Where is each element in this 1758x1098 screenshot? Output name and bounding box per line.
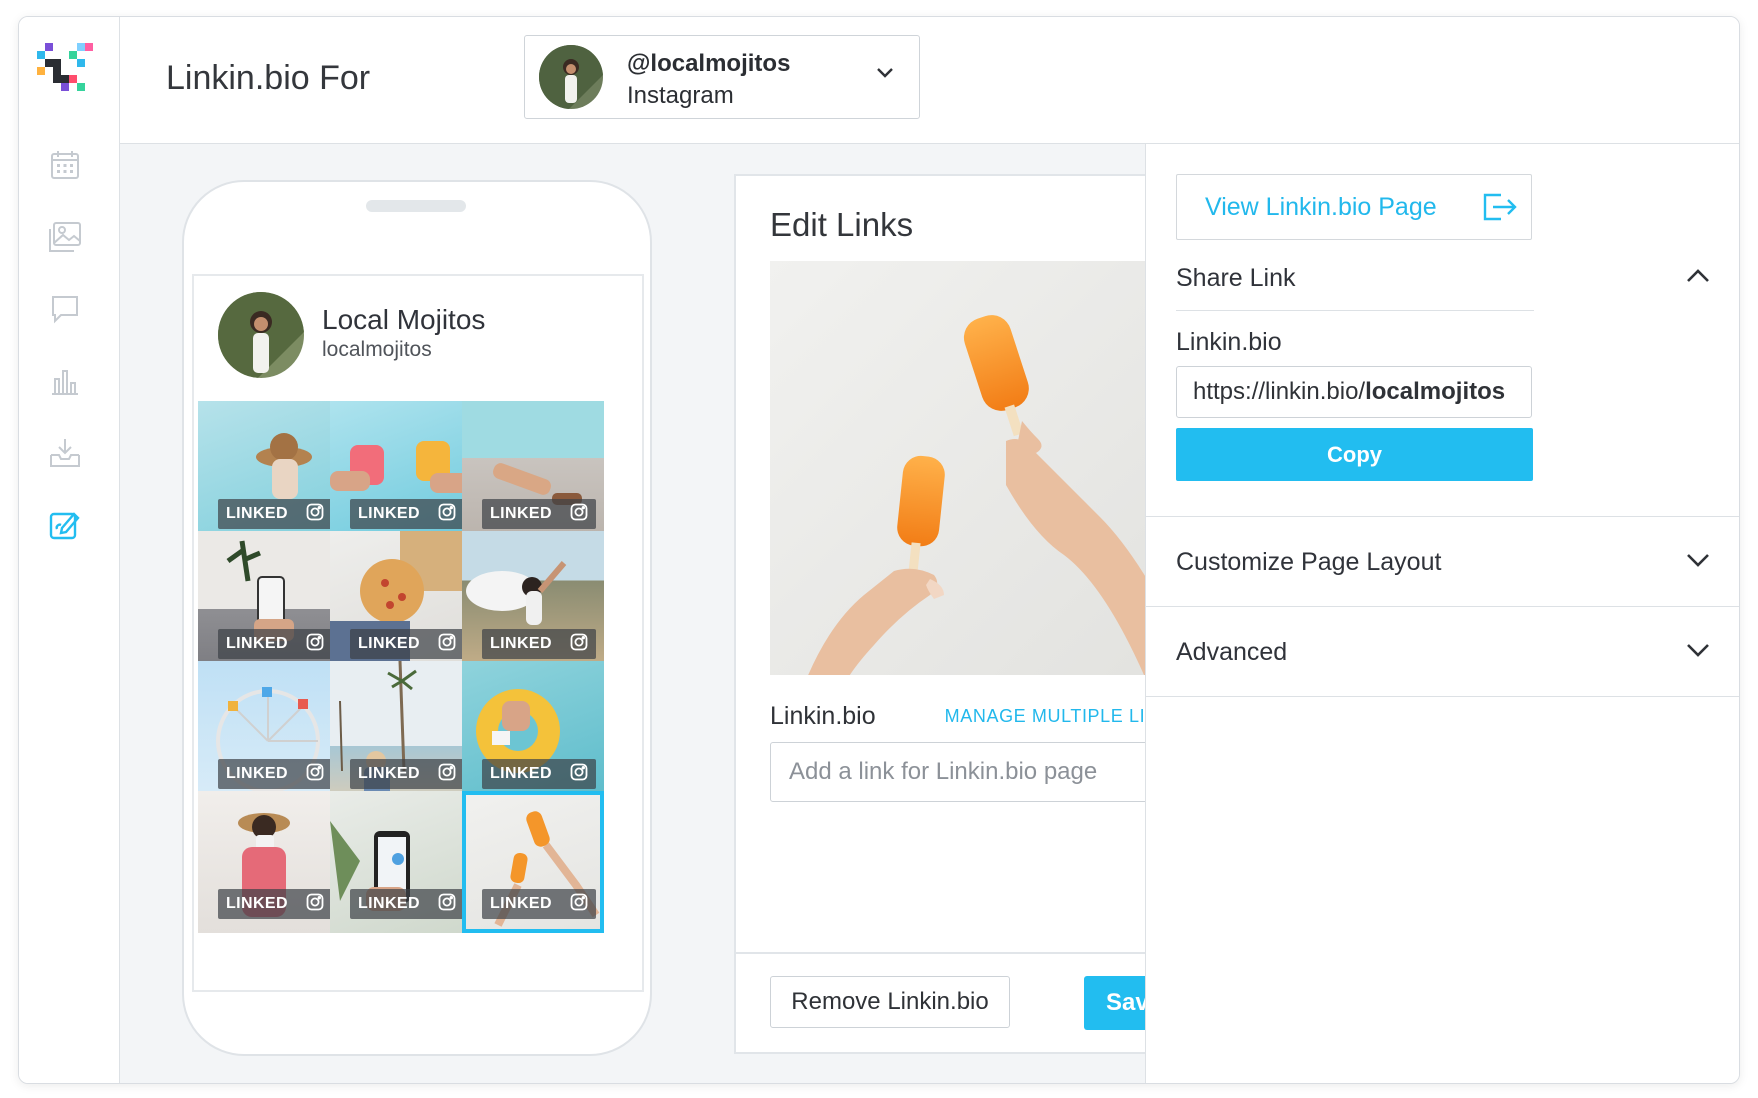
grid-tile[interactable]: LINKED <box>198 791 340 933</box>
linked-badge: LINKED <box>482 499 596 529</box>
linkin-bio-url-label: Linkin.bio <box>1176 328 1282 356</box>
instagram-icon <box>438 893 456 916</box>
remove-linkin-bio-button[interactable]: Remove Linkin.bio <box>770 976 1010 1028</box>
grid-tile[interactable]: LINKED <box>330 401 472 543</box>
url-handle: localmojitos <box>1365 378 1506 405</box>
linked-badge: LINKED <box>482 629 596 659</box>
conversations-icon[interactable] <box>45 289 85 329</box>
grid-tile[interactable]: LINKED <box>462 661 604 803</box>
customize-label: Customize Page Layout <box>1176 548 1442 576</box>
view-linkin-bio-page-button[interactable]: View Linkin.bio Page <box>1176 174 1532 240</box>
divider <box>1176 310 1534 311</box>
chevron-down-icon <box>1687 554 1709 567</box>
chevron-up-icon <box>1687 269 1709 282</box>
instagram-icon <box>438 763 456 786</box>
phone-speaker <box>366 200 466 212</box>
instagram-icon <box>306 893 324 916</box>
instagram-icon <box>438 503 456 526</box>
url-prefix: https://linkin.bio/ <box>1193 378 1366 405</box>
instagram-icon <box>570 893 588 916</box>
instagram-icon <box>306 633 324 656</box>
instagram-icon <box>570 503 588 526</box>
advanced-label: Advanced <box>1176 638 1288 666</box>
linked-badge: LINKED <box>350 629 464 659</box>
grid-tile[interactable]: LINKED <box>198 401 340 543</box>
linkin-bio-icon[interactable] <box>45 505 85 545</box>
top-header: Linkin.bio For @localmojitos Instagram <box>120 17 1739 144</box>
account-handle: @localmojitos <box>627 50 791 77</box>
linked-badge: LINKED <box>482 889 596 919</box>
instagram-icon <box>570 763 588 786</box>
grid-tile[interactable]: LINKED <box>462 531 604 673</box>
grid-tile[interactable]: LINKED <box>330 791 472 933</box>
linked-badge: LINKED <box>482 759 596 789</box>
account-platform: Instagram <box>627 82 734 109</box>
instagram-icon <box>438 633 456 656</box>
app-logo[interactable] <box>35 37 97 95</box>
selected-post-image <box>770 261 1184 675</box>
phone-screen: Local Mojitos localmojitos LINKED LINKED <box>192 274 644 992</box>
calendar-icon[interactable] <box>45 145 85 185</box>
edit-footer: Remove Linkin.bio Save <box>736 952 1216 1052</box>
profile-name: Local Mojitos <box>322 304 486 335</box>
grid-tile[interactable]: LINKED <box>198 661 340 803</box>
instagram-icon <box>306 503 324 526</box>
linked-badge: LINKED <box>350 759 464 789</box>
right-settings-panel: View Linkin.bio Page Share Link Linkin.b… <box>1145 144 1739 1083</box>
profile-handle: localmojitos <box>322 338 432 361</box>
divider <box>1146 606 1739 607</box>
grid-tile[interactable]: LINKED <box>330 531 472 673</box>
linked-badge: LINKED <box>350 889 464 919</box>
grid-tile[interactable]: LINKED <box>330 661 472 803</box>
divider <box>1146 516 1739 517</box>
media-icon[interactable] <box>45 217 85 257</box>
divider <box>1146 696 1739 697</box>
share-link-label: Share Link <box>1176 264 1296 292</box>
chevron-down-icon <box>1687 644 1709 657</box>
view-page-label: View Linkin.bio Page <box>1205 193 1437 221</box>
linked-badge: LINKED <box>218 889 332 919</box>
link-field-label: Linkin.bio <box>770 702 876 730</box>
instagram-icon <box>570 633 588 656</box>
link-url-input[interactable] <box>770 742 1180 802</box>
share-link-toggle[interactable]: Share Link <box>1176 248 1711 308</box>
analytics-icon[interactable] <box>45 361 85 401</box>
copy-button[interactable]: Copy <box>1176 428 1533 481</box>
advanced-toggle[interactable]: Advanced <box>1176 622 1711 682</box>
profile-avatar <box>218 292 304 378</box>
main-content: Local Mojitos localmojitos LINKED LINKED <box>120 144 1253 1083</box>
grid-tile[interactable]: LINKED <box>462 401 604 543</box>
sidebar <box>19 17 120 1083</box>
share-url-field[interactable]: https://linkin.bio/localmojitos <box>1176 366 1532 418</box>
grid-tile[interactable]: LINKED <box>198 531 340 673</box>
phone-preview: Local Mojitos localmojitos LINKED LINKED <box>182 180 652 1056</box>
external-link-icon <box>1483 193 1517 221</box>
linked-badge: LINKED <box>218 629 332 659</box>
edit-links-title: Edit Links <box>770 206 914 243</box>
grid-tile-selected[interactable]: LINKED <box>462 791 604 933</box>
linked-badge: LINKED <box>218 759 332 789</box>
linked-badge: LINKED <box>350 499 464 529</box>
linked-badge: LINKED <box>218 499 332 529</box>
inbox-icon[interactable] <box>45 433 85 473</box>
instagram-icon <box>306 763 324 786</box>
page-title: Linkin.bio For <box>166 59 371 97</box>
app-window: Linkin.bio For @localmojitos Instagram L… <box>18 16 1740 1084</box>
account-selector[interactable]: @localmojitos Instagram <box>524 35 920 119</box>
account-avatar <box>539 45 603 109</box>
customize-page-layout-toggle[interactable]: Customize Page Layout <box>1176 532 1711 592</box>
chevron-down-icon <box>875 66 895 85</box>
